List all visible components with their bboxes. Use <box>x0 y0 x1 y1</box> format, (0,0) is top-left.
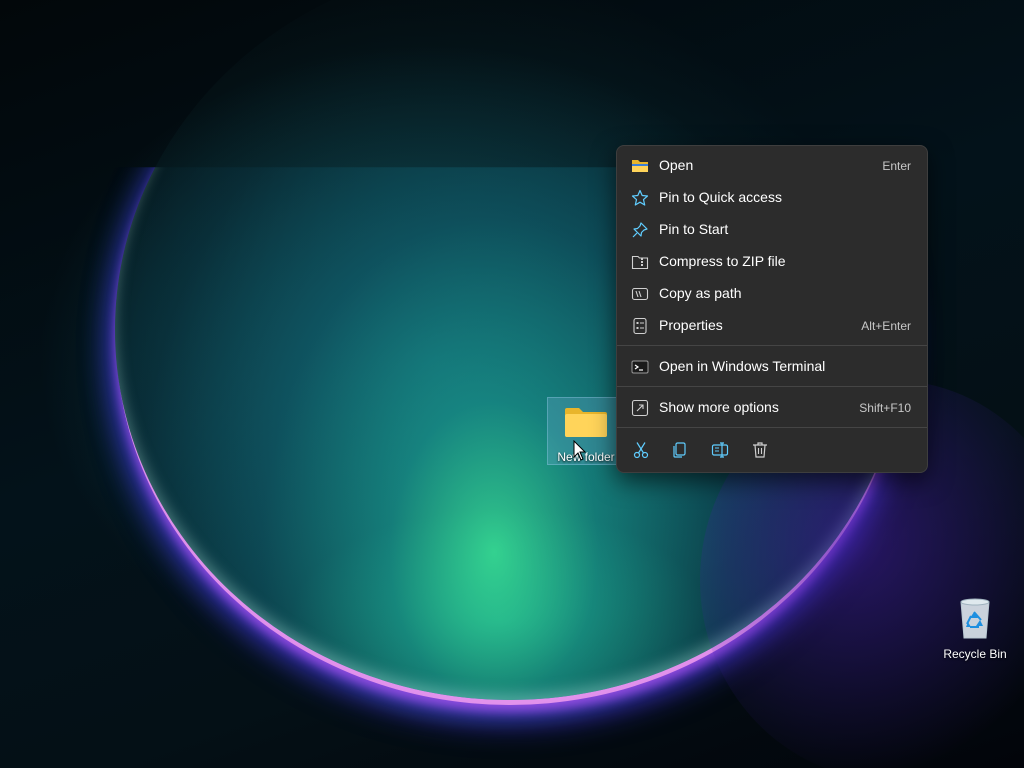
menu-item-open-terminal[interactable]: Open in Windows Terminal <box>621 352 923 382</box>
menu-item-label: Pin to Quick access <box>659 189 782 205</box>
menu-item-label: Open <box>659 157 694 173</box>
more-options-icon <box>631 399 649 417</box>
menu-item-open[interactable]: Open Enter <box>621 151 923 181</box>
menu-separator <box>617 345 927 346</box>
zip-icon <box>631 255 649 270</box>
pin-icon <box>632 222 648 238</box>
copy-icon <box>673 442 686 458</box>
rename-icon <box>711 442 729 458</box>
context-menu: Open Enter Pin to Quick access Pin to St… <box>616 145 928 473</box>
desktop-background[interactable]: New folder Recycle Bin Open Enter Pin to… <box>0 0 1024 768</box>
folder-icon <box>565 408 607 437</box>
desktop-icon-label: Recycle Bin <box>943 647 1007 661</box>
desktop-icon-recycle-bin[interactable]: Recycle Bin <box>940 592 1010 662</box>
delete-button[interactable] <box>748 438 772 462</box>
recycle-bin-icon <box>960 598 990 639</box>
scissors-icon <box>633 442 649 459</box>
menu-item-label: Open in Windows Terminal <box>659 358 826 374</box>
menu-separator <box>617 427 927 428</box>
folder-open-icon <box>632 160 648 172</box>
rename-button[interactable] <box>708 438 732 462</box>
properties-icon <box>633 317 647 335</box>
menu-item-pin-to-start[interactable]: Pin to Start <box>621 215 923 245</box>
menu-item-label: Show more options <box>659 399 779 415</box>
copy-button[interactable] <box>668 438 692 462</box>
menu-item-label: Pin to Start <box>659 221 729 237</box>
menu-item-shortcut: Alt+Enter <box>861 319 911 333</box>
menu-separator <box>617 386 927 387</box>
menu-item-label: Properties <box>659 317 723 333</box>
cut-button[interactable] <box>629 438 653 462</box>
menu-item-copy-as-path[interactable]: Copy as path <box>621 279 923 309</box>
star-icon <box>631 189 649 206</box>
menu-item-compress-zip[interactable]: Compress to ZIP file <box>621 247 923 277</box>
menu-item-label: Copy as path <box>659 285 742 301</box>
terminal-icon <box>631 360 649 374</box>
menu-item-show-more-options[interactable]: Show more options Shift+F10 <box>621 393 923 423</box>
menu-item-label: Compress to ZIP file <box>659 253 786 269</box>
menu-item-pin-quick-access[interactable]: Pin to Quick access <box>621 183 923 213</box>
menu-item-shortcut: Shift+F10 <box>859 401 911 415</box>
menu-item-properties[interactable]: Properties Alt+Enter <box>621 311 923 341</box>
mouse-cursor-icon <box>573 440 587 461</box>
trash-icon <box>753 442 767 458</box>
copy-path-icon <box>631 287 649 301</box>
menu-item-shortcut: Enter <box>882 159 911 173</box>
